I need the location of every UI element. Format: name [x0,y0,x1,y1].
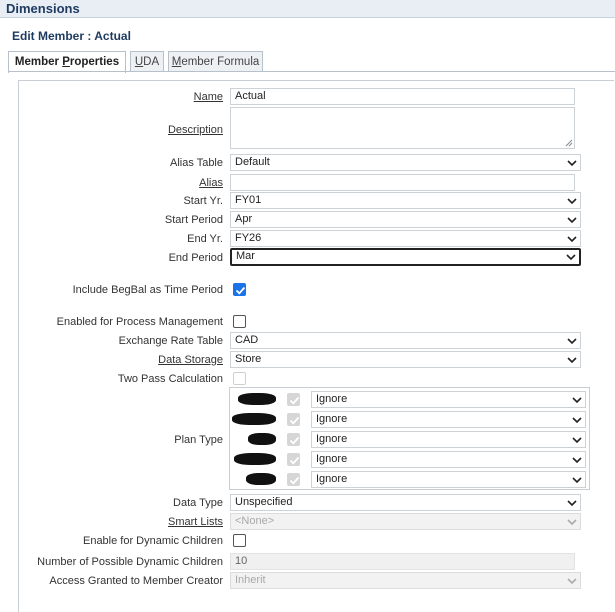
end-yr-select[interactable]: FY26 [230,230,581,247]
data-storage-label: Data Storage [158,354,223,366]
chevron-down-icon [572,415,582,425]
checkmark-icon [235,285,246,296]
redacted-plan-name [246,473,276,485]
window-title: Dimensions [6,1,80,16]
end-period-select[interactable]: Mar [230,248,581,266]
plan-type-checkbox[interactable] [287,413,300,426]
tab-member-formula[interactable]: Member Formula [168,51,263,72]
checkmark-icon [289,415,300,426]
plan-type-select[interactable]: Ignore [311,411,586,428]
data-type-label: Data Type [173,497,223,509]
plan-type-select[interactable]: Ignore [311,431,586,448]
plan-type-checkbox[interactable] [287,433,300,446]
start-yr-label: Start Yr. [183,195,223,207]
chevron-down-icon [567,355,577,365]
checkmark-icon [289,475,300,486]
data-type-select[interactable]: Unspecified [230,494,581,511]
alias-table-label: Alias Table [170,157,223,169]
two-pass-label: Two Pass Calculation [117,373,223,385]
include-begbal-label: Include BegBal as Time Period [72,284,223,296]
checkmark-icon [289,395,300,406]
chevron-down-icon [572,435,582,445]
two-pass-checkbox[interactable] [233,372,246,385]
alias-label: Alias [199,177,223,189]
access-granted-label: Access Granted to Member Creator [49,575,223,587]
include-begbal-checkbox[interactable] [233,283,246,296]
alias-table-select[interactable]: Default [230,154,581,171]
dynamic-children-label: Enable for Dynamic Children [82,535,223,547]
smart-lists-select[interactable]: <None> [230,513,581,530]
start-period-label: Start Period [164,214,223,226]
alias-input[interactable] [230,174,575,191]
tab-divider [8,71,615,72]
redacted-plan-name [238,393,276,405]
page-title: Edit Member : Actual [12,29,131,43]
process-mgmt-checkbox[interactable] [233,315,246,328]
process-mgmt-label: Enabled for Process Management [56,316,223,328]
num-dynamic-input[interactable]: 10 [230,553,575,570]
plan-type-label: Plan Type [174,434,223,446]
chevron-down-icon [567,517,577,527]
tab-uda[interactable]: UDA [130,51,164,72]
tab-member-properties[interactable]: Member Properties [8,51,126,73]
exchange-rate-label: Exchange Rate Table [118,335,223,347]
plan-type-select[interactable]: Ignore [311,471,586,488]
plan-type-checkbox[interactable] [287,393,300,406]
name-label: Name [193,91,223,103]
access-granted-select[interactable]: Inherit [230,572,581,589]
chevron-down-icon [567,336,577,346]
dynamic-children-checkbox[interactable] [233,534,246,547]
chevron-down-icon [572,475,582,485]
data-storage-select[interactable]: Store [230,351,581,368]
chevron-down-icon [567,498,577,508]
plan-type-checkbox[interactable] [287,453,300,466]
redacted-plan-name [234,453,276,465]
exchange-rate-select[interactable]: CAD [230,332,581,349]
description-textarea[interactable] [230,107,575,149]
chevron-down-icon [572,455,582,465]
resize-handle-icon[interactable] [565,139,573,147]
plan-type-select[interactable]: Ignore [311,451,586,468]
description-label: Description [167,124,223,136]
num-dynamic-label: Number of Possible Dynamic Children [37,556,223,568]
start-yr-select[interactable]: FY01 [230,192,581,209]
title-bar: Dimensions [0,0,615,18]
checkmark-icon [289,455,300,466]
start-period-select[interactable]: Apr [230,211,581,228]
name-input[interactable]: Actual [230,88,575,105]
redacted-plan-name [232,413,276,425]
chevron-down-icon [566,252,576,262]
end-period-label: End Period [168,252,223,264]
plan-type-select[interactable]: Ignore [311,391,586,408]
chevron-down-icon [567,158,577,168]
smart-lists-label: Smart Lists [167,516,223,528]
chevron-down-icon [567,215,577,225]
chevron-down-icon [567,196,577,206]
plan-type-checkbox[interactable] [287,473,300,486]
end-yr-label: End Yr. [187,233,223,245]
chevron-down-icon [567,576,577,586]
chevron-down-icon [567,234,577,244]
redacted-plan-name [248,433,276,445]
checkmark-icon [289,435,300,446]
chevron-down-icon [572,395,582,405]
